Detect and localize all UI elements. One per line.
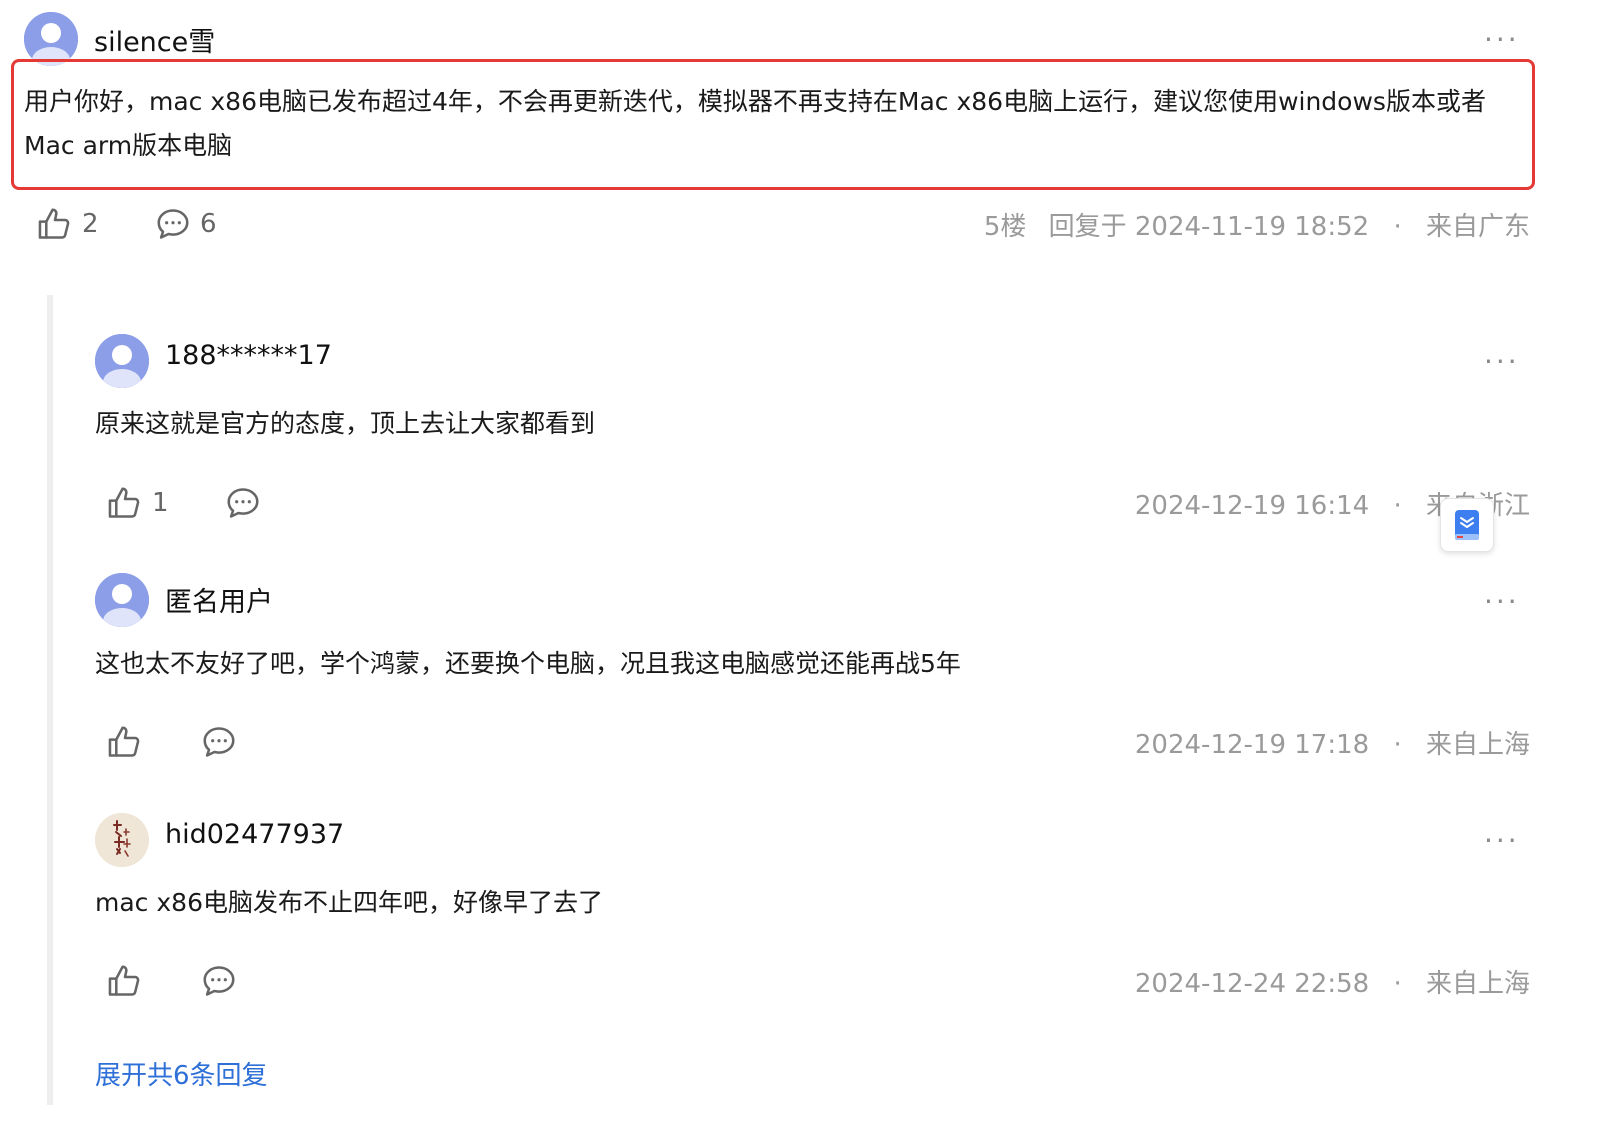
thread-divider [47, 295, 53, 1105]
more-dots-icon[interactable]: ··· [1484, 827, 1520, 855]
username[interactable]: 匿名用户 [165, 580, 273, 619]
comment-meta: 5楼 回复于 2024-11-19 18:52 · 来自广东 [984, 206, 1530, 243]
reply-time: 2024-12-24 22:58 [1134, 969, 1370, 999]
username[interactable]: silence雪 [94, 20, 215, 59]
default-user-avatar-icon [95, 573, 149, 627]
avatar[interactable] [95, 334, 149, 388]
avatar[interactable] [24, 12, 78, 66]
reply-time: 回复于 2024-11-19 18:52 [1048, 212, 1370, 242]
separator-dot: · [1393, 212, 1402, 242]
like-button[interactable] [106, 723, 144, 761]
expand-replies-link[interactable]: 展开共6条回复 [95, 1055, 268, 1092]
comment-bubble-icon [203, 727, 235, 757]
separator-dot: · [1393, 730, 1402, 760]
more-dots-icon[interactable]: ··· [1484, 588, 1520, 616]
avatar[interactable] [95, 573, 149, 627]
bookmark-book-icon [1455, 510, 1479, 540]
reply-button[interactable] [224, 484, 262, 522]
reply-time: 2024-12-19 16:14 [1134, 491, 1370, 521]
reply-content: 这也太不友好了吧，学个鸿蒙，还要换个电脑，况且我这电脑感觉还能再战5年 [95, 649, 961, 678]
more-dots-icon[interactable]: ··· [1484, 26, 1520, 54]
avatar[interactable] [95, 813, 149, 867]
reply-content: mac x86电脑发布不止四年吧，好像早了去了 [95, 888, 603, 917]
thumbs-up-icon [108, 487, 140, 518]
default-user-avatar-icon [24, 12, 78, 66]
thumbs-up-icon [108, 965, 140, 996]
separator-dot: · [1393, 491, 1402, 521]
thumbs-up-icon [108, 726, 140, 757]
location: 来自广东 [1425, 212, 1530, 242]
reply-button[interactable] [200, 723, 238, 761]
comment-content: 用户你好，mac x86电脑已发布超过4年，不会再更新迭代，模拟器不再支持在Ma… [24, 87, 1486, 160]
reply-time: 2024-12-19 17:18 [1134, 730, 1370, 760]
reply-meta: 2024-12-19 17:18 · 来自上海 [1135, 724, 1530, 761]
username[interactable]: 188******17 [165, 340, 332, 371]
separator-dot: · [1393, 969, 1402, 999]
reply-meta: 2024-12-24 22:58 · 来自上海 [1135, 963, 1530, 1000]
calligraphy-avatar-icon [95, 813, 149, 867]
location: 来自上海 [1425, 969, 1530, 999]
floating-bookmark-button[interactable] [1440, 498, 1494, 552]
more-dots-icon[interactable]: ··· [1484, 348, 1520, 376]
username[interactable]: hid02477937 [165, 819, 344, 850]
reply-content: 原来这就是官方的态度，顶上去让大家都看到 [95, 409, 596, 438]
reply-button[interactable]: 6 [154, 205, 217, 243]
comment-bubble-icon [203, 966, 235, 996]
reply-button[interactable] [200, 962, 238, 1000]
comment-bubble-icon [157, 209, 189, 239]
floor-number: 5楼 [983, 212, 1027, 242]
default-user-avatar-icon [95, 334, 149, 388]
reply-count: 6 [200, 209, 217, 239]
like-button[interactable] [106, 962, 144, 1000]
like-count: 2 [82, 209, 99, 239]
thumbs-up-icon [38, 208, 70, 239]
like-count: 1 [152, 488, 169, 518]
location: 来自上海 [1425, 730, 1530, 760]
comment-bubble-icon [227, 488, 259, 518]
like-button[interactable]: 1 [106, 484, 169, 522]
like-button[interactable]: 2 [36, 205, 99, 243]
